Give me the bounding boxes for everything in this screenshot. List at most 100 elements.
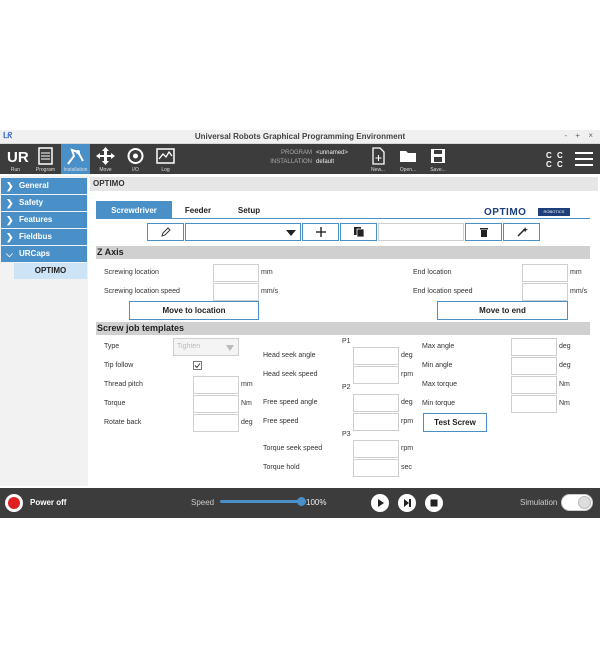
type-select[interactable]: Tighten <box>173 338 239 356</box>
tab-screwdriver[interactable]: Screwdriver <box>96 201 172 219</box>
sidebar-item-urcaps[interactable]: ⌵ URCaps <box>1 246 87 262</box>
tab-run[interactable]: UR Run <box>1 144 30 174</box>
optimo-logo: OPTIMO <box>484 207 527 218</box>
tab-io-label: I/O <box>132 167 139 173</box>
hamburger-menu-icon[interactable] <box>575 151 593 167</box>
chevron-right-icon: ❯ <box>6 181 14 191</box>
window-controls[interactable]: - + × <box>565 131 596 140</box>
window-title: Universal Robots Graphical Programming E… <box>194 132 406 141</box>
rotate-back-input[interactable] <box>193 414 239 432</box>
delete-screw-button[interactable] <box>465 223 502 241</box>
new-file-icon <box>372 147 385 165</box>
sidebar-item-safety[interactable]: ❯ Safety <box>1 195 87 211</box>
program-value: <unnamed> <box>316 150 349 156</box>
end-location-input[interactable] <box>522 264 568 282</box>
open-button[interactable]: Open... <box>396 144 420 174</box>
save-button[interactable]: Save... <box>426 144 450 174</box>
speed-slider-handle[interactable] <box>297 497 306 506</box>
end-speed-unit: mm/s <box>570 288 588 295</box>
step-forward-icon <box>404 499 411 507</box>
copy-screw-button[interactable] <box>340 223 377 241</box>
simulation-toggle[interactable] <box>561 494 593 511</box>
min-torque-input[interactable] <box>511 395 557 413</box>
torque-input[interactable] <box>193 395 239 413</box>
screwing-location-input[interactable] <box>213 264 259 282</box>
p3-label: P3 <box>342 431 351 438</box>
ur-run-icon: UR <box>7 149 29 165</box>
tab-feeder[interactable]: Feeder <box>176 201 220 219</box>
svg-text:C: C <box>546 151 552 160</box>
end-location-speed-input[interactable] <box>522 283 568 301</box>
screw-select-dropdown[interactable] <box>185 223 301 241</box>
sidebar-item-general[interactable]: ❯ General <box>1 178 87 194</box>
chevron-down-icon: ⌵ <box>6 249 13 259</box>
tab-log[interactable]: Log <box>151 144 180 174</box>
sidebar-item-optimo[interactable]: OPTIMO <box>14 263 87 279</box>
torque-hold-input[interactable] <box>353 459 399 477</box>
max-angle-label: Max angle <box>422 343 455 350</box>
robotics-badge: ROBOTICS <box>538 208 570 216</box>
max-angle-input[interactable] <box>511 338 557 356</box>
free-speed-angle-unit: deg <box>401 399 413 406</box>
zaxis-section-header: Z Axis <box>96 246 590 259</box>
thread-pitch-input[interactable] <box>193 376 239 394</box>
dropdown-arrow-icon <box>226 345 234 351</box>
plus-icon <box>315 227 326 237</box>
tab-io[interactable]: I/O <box>121 144 150 174</box>
p2-label: P2 <box>342 384 351 391</box>
screwing-location-unit: mm <box>261 269 273 276</box>
log-icon <box>156 148 175 164</box>
power-off-button[interactable] <box>5 494 23 512</box>
tab-installation[interactable]: Installation <box>61 144 90 174</box>
tab-move[interactable]: Move <box>91 144 120 174</box>
screwing-location-label: Screwing location <box>104 269 159 276</box>
play-button[interactable] <box>371 494 389 512</box>
tab-setup[interactable]: Setup <box>226 201 272 219</box>
torque-seek-speed-input[interactable] <box>353 440 399 458</box>
add-screw-button[interactable] <box>302 223 339 241</box>
move-to-location-button[interactable]: Move to location <box>129 301 259 320</box>
tab-program[interactable]: Program <box>31 144 60 174</box>
max-torque-unit: Nm <box>559 381 570 388</box>
screwing-location-speed-input[interactable] <box>213 283 259 301</box>
program-installation-labels: PROGRAM INSTALLATION <box>262 149 312 167</box>
rename-screw-button[interactable] <box>147 223 184 241</box>
max-torque-input[interactable] <box>511 376 557 394</box>
head-seek-speed-label: Head seek speed <box>263 371 318 378</box>
type-select-value: Tighten <box>177 343 201 350</box>
head-seek-angle-label: Head seek angle <box>263 352 316 359</box>
head-seek-angle-input[interactable] <box>353 347 399 365</box>
torque-unit: Nm <box>241 400 252 407</box>
new-button[interactable]: New... <box>366 144 390 174</box>
test-screw-button[interactable]: Test Screw <box>423 413 487 432</box>
tab-installation-label: Installation <box>63 167 88 173</box>
thread-pitch-unit: mm <box>241 381 253 388</box>
sidebar-item-fieldbus[interactable]: ❯ Fieldbus <box>1 229 87 245</box>
power-off-label: Power off <box>30 498 67 507</box>
head-seek-angle-unit: deg <box>401 352 413 359</box>
stop-button[interactable] <box>425 494 443 512</box>
io-icon <box>127 148 144 164</box>
step-button[interactable] <box>398 494 416 512</box>
installation-icon <box>67 148 84 165</box>
program-installation-values: <unnamed> default <box>316 149 348 167</box>
free-speed-angle-input[interactable] <box>353 394 399 412</box>
head-seek-speed-input[interactable] <box>353 366 399 384</box>
installation-label: INSTALLATION <box>270 159 312 165</box>
move-icon <box>96 147 115 165</box>
speed-slider-track[interactable] <box>220 497 306 506</box>
end-location-label: End location <box>413 269 452 276</box>
speed-label: Speed <box>191 498 215 507</box>
simulation-toggle-knob <box>578 496 591 509</box>
sidebar-item-features[interactable]: ❯ Features <box>1 212 87 228</box>
tip-follow-checkbox[interactable] <box>193 361 202 370</box>
end-location-unit: mm <box>570 269 582 276</box>
dropdown-arrow-icon <box>286 230 296 236</box>
thread-pitch-label: Thread pitch <box>104 381 143 388</box>
move-to-end-button[interactable]: Move to end <box>437 301 568 320</box>
magic-wand-button[interactable] <box>503 223 540 241</box>
head-seek-speed-unit: rpm <box>401 371 414 378</box>
free-speed-input[interactable] <box>353 413 399 431</box>
max-torque-label: Max torque <box>422 381 458 388</box>
min-angle-input[interactable] <box>511 357 557 375</box>
